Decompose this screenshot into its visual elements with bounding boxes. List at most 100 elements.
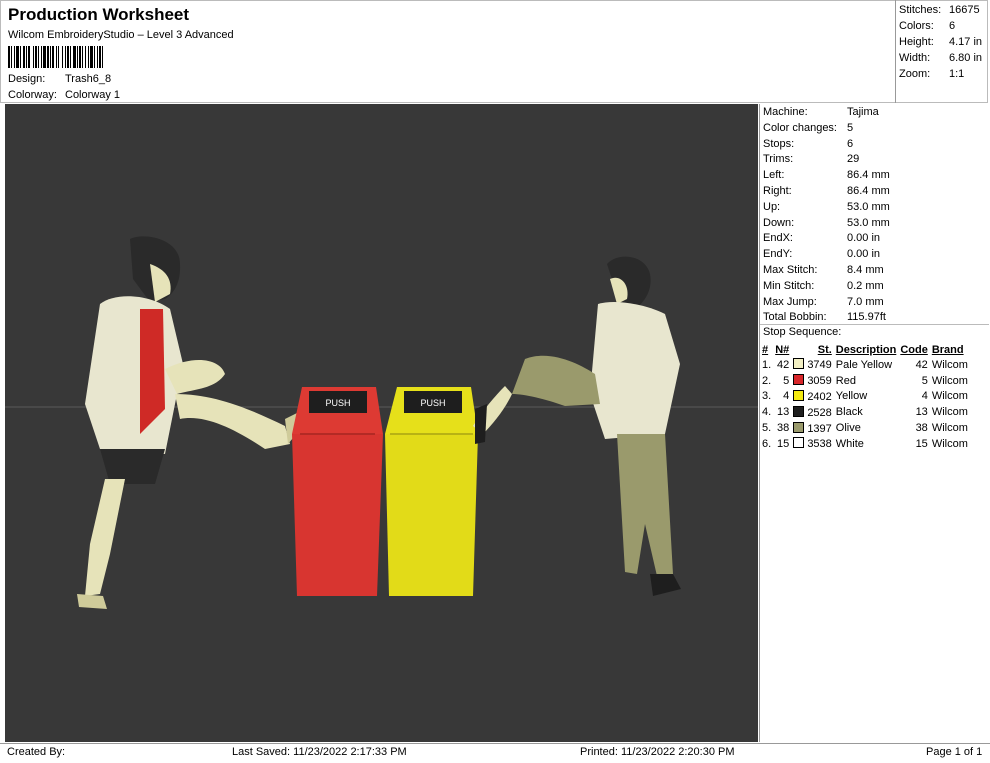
stitch-count: 3059	[791, 373, 834, 389]
left-figure	[77, 236, 305, 609]
col-header-num: #	[762, 343, 769, 356]
col-header-brand: Brand	[931, 343, 964, 356]
summary-width: Width: 6.80 in	[899, 52, 983, 64]
stitch-count-value: 1397	[807, 422, 832, 435]
stats-panel: Machine: Tajima Color changes: 5 Stops: 6 Trim…	[759, 104, 989, 742]
stat-row: Up: 53.0 mm	[763, 201, 890, 213]
stop-number: 6.	[762, 437, 772, 450]
color-swatch	[793, 405, 805, 417]
design-row: Design: Trash6_8	[8, 73, 111, 85]
stat-row: EndX: 0.00 in	[763, 232, 880, 244]
stat-label: Machine:	[763, 106, 808, 118]
thread-description: Yellow	[835, 390, 868, 403]
page-title: Production Worksheet	[8, 5, 190, 24]
stat-label: Trims:	[763, 153, 794, 166]
thread-brand: Wilcom	[931, 406, 968, 419]
table-row: 2. 5 3059 Red 5 Wilcom	[760, 373, 970, 389]
stat-label: EndY:	[763, 248, 793, 261]
needle-number: 38	[777, 422, 790, 435]
stop-number: 4.	[762, 406, 772, 419]
stat-value: Tajima	[847, 106, 879, 118]
design-label: Design:	[8, 73, 46, 85]
color-swatch	[793, 374, 805, 386]
stat-row: Machine: Tajima	[763, 106, 879, 118]
stat-row: Min Stitch: 0.2 mm	[763, 280, 884, 292]
footer-page-number: Page 1 of 1	[926, 746, 983, 758]
thread-brand: Wilcom	[931, 374, 968, 387]
stop-sequence-table: # N# St. Description Code Brand 1. 42 374…	[760, 342, 970, 452]
col-header-code: Code	[900, 343, 928, 356]
stitch-count-value: 2528	[807, 406, 832, 419]
summary-height: Height: 4.17 in	[899, 36, 983, 48]
thread-brand: Wilcom	[931, 437, 968, 450]
yellow-bin-push-label: PUSH	[420, 398, 445, 408]
stat-row: Stops: 6	[763, 138, 853, 150]
right-figure	[473, 256, 681, 596]
stat-label: Left:	[763, 169, 785, 182]
stat-label: Total Bobbin:	[763, 311, 827, 324]
color-swatch	[793, 437, 805, 449]
design-value: Trash6_8	[65, 73, 112, 85]
stop-number: 3.	[762, 390, 772, 403]
stat-value: 0.00 in	[847, 232, 881, 245]
stop-number: 1.	[762, 358, 772, 371]
thread-description: Pale Yellow	[835, 358, 893, 371]
needle-number: 4	[783, 390, 790, 403]
summary-colors: Colors: 6	[899, 20, 956, 32]
stat-row: Trims: 29	[763, 153, 859, 166]
footer-created-by: Created By:	[7, 746, 66, 758]
stitch-count-value: 3749	[807, 359, 832, 372]
footer-printed: Printed: 11/23/2022 2:20:30 PM	[580, 746, 735, 758]
table-row: 6. 15 3538 White 15 Wilcom	[760, 436, 970, 452]
color-swatch	[793, 358, 805, 370]
summary-zoom: Zoom: 1:1	[899, 68, 965, 80]
thread-description: Olive	[835, 422, 861, 435]
stat-label: Max Stitch:	[763, 264, 818, 276]
stop-number: 2.	[762, 374, 772, 387]
summary-box: Stitches: 16675 Colors: 6 Height: 4.17 in W…	[895, 0, 990, 103]
red-bin-push-label: PUSH	[325, 398, 350, 408]
thread-brand: Wilcom	[931, 390, 968, 403]
summary-stitches: Stitches: 16675	[899, 4, 980, 16]
stat-value: 8.4 mm	[847, 264, 884, 276]
footer-bar: Created By: Last Saved: 11/23/2022 2:17:…	[0, 743, 990, 763]
stitch-count: 3749	[791, 357, 834, 373]
barcode-image	[8, 46, 103, 68]
stat-value: 7.0 mm	[847, 295, 884, 308]
stat-label: Down:	[763, 216, 795, 229]
table-header-row: # N# St. Description Code Brand	[760, 342, 970, 357]
stat-row: Left: 86.4 mm	[763, 169, 890, 182]
thread-description: Black	[835, 406, 863, 419]
stat-value: 29	[847, 153, 860, 166]
needle-number: 42	[777, 358, 790, 371]
table-row: 4. 13 2528 Black 13 Wilcom	[760, 404, 970, 420]
stat-value: 86.4 mm	[847, 169, 890, 182]
color-swatch	[793, 389, 805, 401]
stitch-count-value: 3059	[807, 375, 832, 388]
needle-number: 13	[777, 406, 790, 419]
table-row: 1. 42 3749 Pale Yellow 42 Wilcom	[760, 357, 970, 373]
thread-code: 5	[921, 374, 928, 387]
col-header-needle: N#	[775, 343, 790, 356]
stat-label: Max Jump:	[763, 295, 817, 308]
stat-value: 0.2 mm	[847, 279, 884, 292]
embroidery-design-illustration: PUSH PUSH	[5, 236, 758, 609]
stitch-count-value: 3538	[807, 438, 832, 451]
needle-number: 5	[783, 374, 790, 387]
stat-value: 53.0 mm	[847, 216, 890, 229]
stitch-count: 2528	[791, 404, 834, 420]
stat-row: Max Jump: 7.0 mm	[763, 295, 884, 308]
stat-value: 115.97ft	[847, 311, 886, 324]
thread-description: Red	[835, 374, 856, 387]
colorway-row: Colorway: Colorway 1	[8, 89, 120, 101]
thread-brand: Wilcom	[931, 358, 968, 371]
col-header-stitches: St.	[817, 343, 832, 356]
col-header-description: Description	[835, 343, 897, 356]
thread-code: 38	[915, 422, 928, 435]
stat-row: Max Stitch: 8.4 mm	[763, 264, 884, 276]
stitch-count: 1397	[791, 420, 834, 436]
stat-value: 6	[847, 137, 854, 150]
thread-brand: Wilcom	[931, 422, 968, 435]
design-preview-canvas[interactable]: PUSH PUSH	[5, 104, 758, 742]
stat-row: Color changes: 5	[763, 122, 853, 134]
